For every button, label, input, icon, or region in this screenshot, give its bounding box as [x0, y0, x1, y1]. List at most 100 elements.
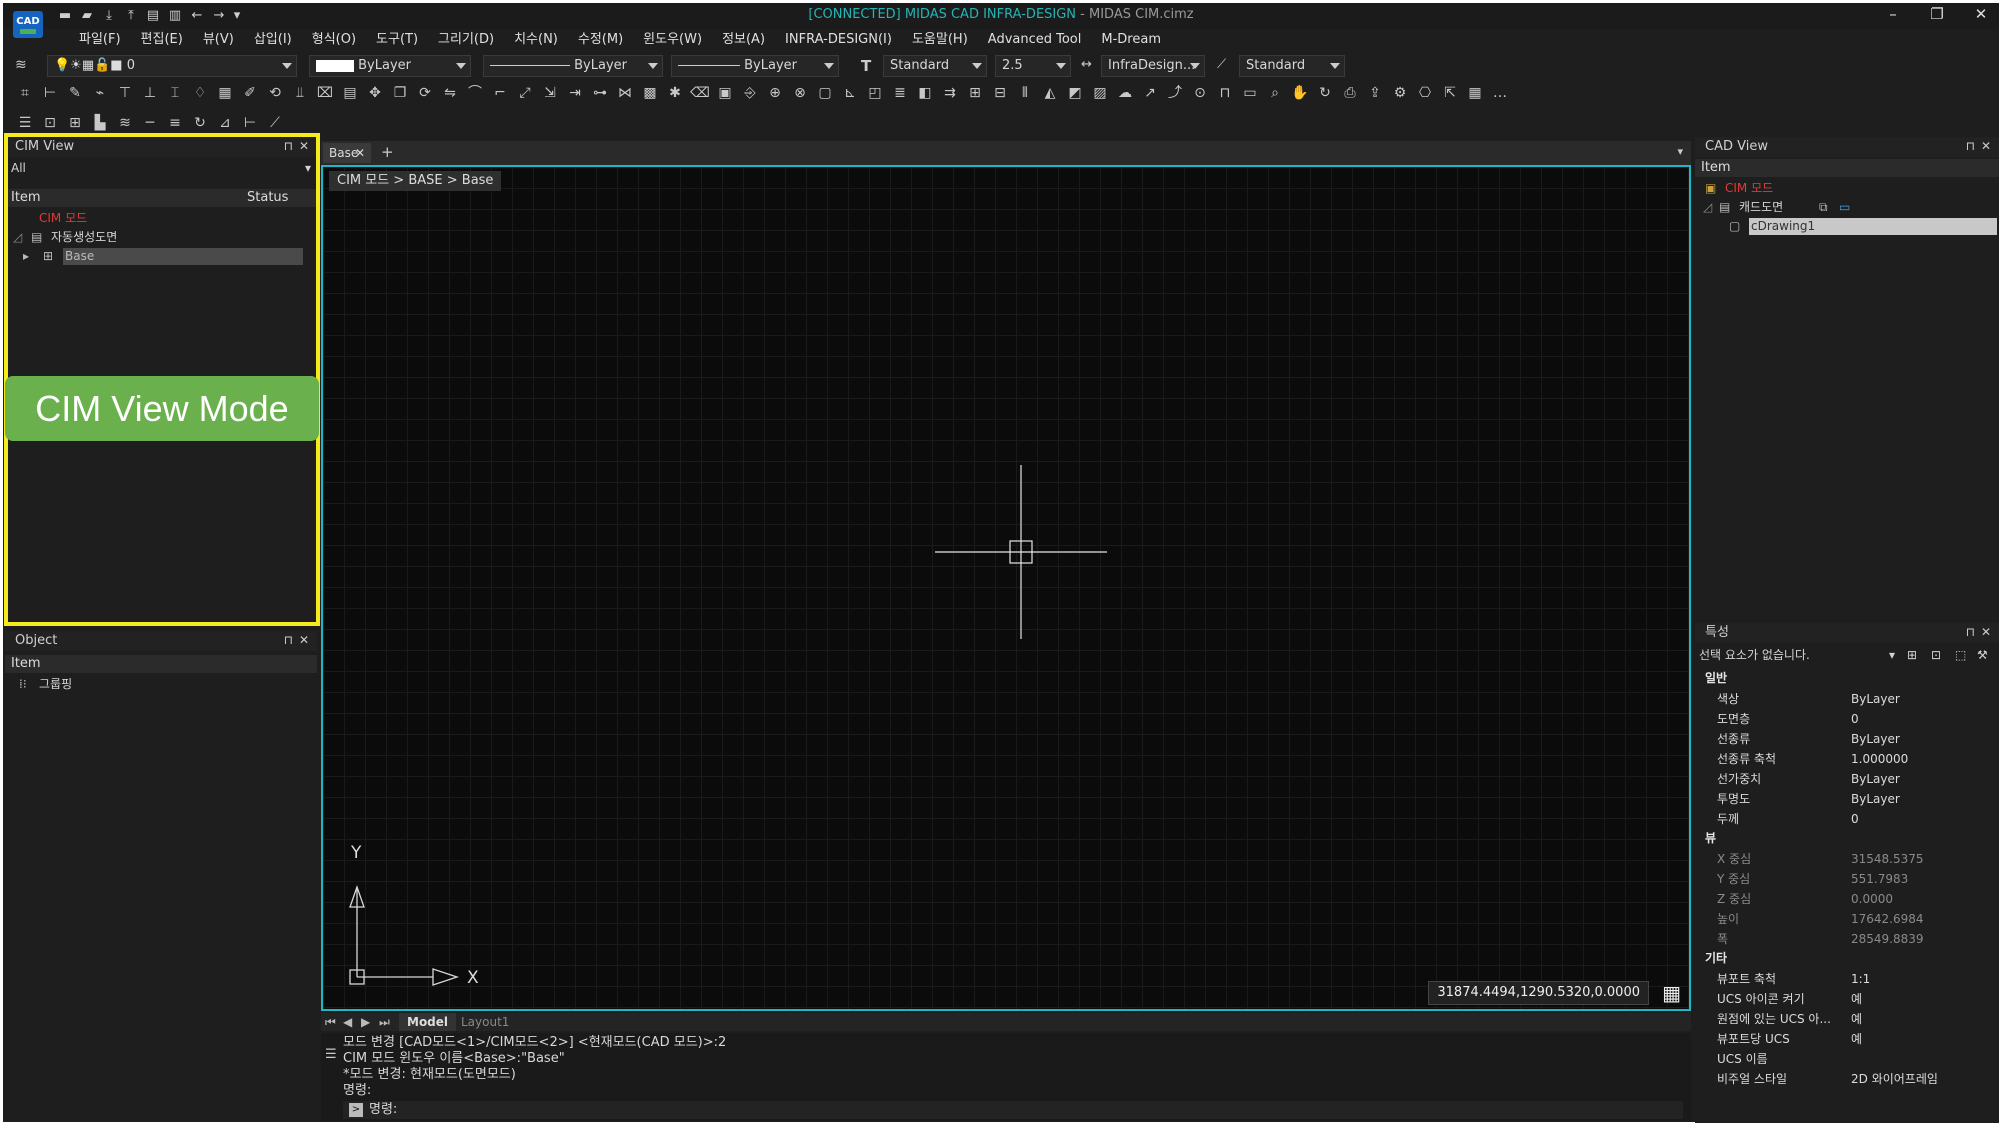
rotate-icon[interactable]: ⟳ — [415, 83, 435, 103]
property-row[interactable]: 높이 17642.6984 — [1695, 909, 1995, 929]
property-section-view[interactable]: 뷰 — [1705, 829, 1716, 846]
text-frame-icon[interactable]: ⊡ — [40, 113, 60, 133]
add-tab-button[interactable]: + — [381, 143, 394, 161]
minimize-icon[interactable]: – — [1883, 5, 1903, 23]
menu-modify[interactable]: 수정(M) — [568, 30, 633, 52]
property-row[interactable]: 선종류 ByLayer — [1695, 729, 1995, 749]
next-tab-icon[interactable]: ▶ — [361, 1013, 370, 1031]
mleader-icon[interactable]: ⤴ — [1165, 83, 1185, 103]
menu-file[interactable]: 파일(F) — [69, 30, 131, 52]
dimension-icon[interactable]: ⊢ — [40, 83, 60, 103]
trim-icon[interactable]: ⌁ — [90, 83, 110, 103]
pan-icon[interactable]: ✋ — [1290, 83, 1310, 103]
layers-stack-icon[interactable]: ≋ — [115, 113, 135, 133]
expand-arrow-icon[interactable]: ◿ — [1703, 198, 1712, 217]
viewport-layout-icon[interactable]: ▦ — [1662, 981, 1681, 1005]
table-insert-icon[interactable]: ⊞ — [65, 113, 85, 133]
active-window-icon[interactable]: ▭ — [1839, 198, 1850, 217]
text-edit-icon[interactable]: ⌧ — [315, 83, 335, 103]
brush-icon[interactable]: ✐ — [240, 83, 260, 103]
command-input[interactable]: > 명령: — [343, 1101, 1683, 1119]
property-row[interactable]: 두께 0 — [1695, 809, 1995, 829]
hatch-icon[interactable]: ⌶ — [165, 83, 185, 103]
erase-icon[interactable]: ⌫ — [690, 83, 710, 103]
image-icon[interactable]: ▢ — [815, 83, 835, 103]
extend-icon[interactable]: ⇥ — [565, 83, 585, 103]
menu-advanced-tool[interactable]: Advanced Tool — [978, 30, 1092, 52]
menu-window[interactable]: 윈도우(W) — [633, 30, 712, 52]
zoom-icon[interactable]: ⌕ — [1265, 83, 1285, 103]
scale-icon[interactable]: ⤢ — [515, 83, 535, 103]
close-icon[interactable]: ✕ — [1981, 625, 1991, 639]
pin-icon[interactable]: ⊓ — [284, 633, 293, 647]
command-menu-icon[interactable]: ☰ — [325, 1047, 337, 1062]
copy-icon[interactable]: ❐ — [390, 83, 410, 103]
selection-filter[interactable]: 선택 요소가 없습니다. ▾ ⊞ ⊡ ⬚ ⚒ — [1695, 645, 1999, 665]
property-row[interactable]: 뷰포트 축척 1:1 — [1695, 969, 1995, 989]
property-row[interactable]: 원점에 있는 UCS 아... 예 — [1695, 1009, 1995, 1029]
object-node-grouping[interactable]: ⁞⁝ 그룹핑 — [5, 675, 317, 693]
first-tab-icon[interactable]: ⏮ — [325, 1013, 336, 1031]
viewport-icon[interactable]: ▭ — [1240, 83, 1260, 103]
text-icon[interactable]: ⊤ — [115, 83, 135, 103]
property-row[interactable]: UCS 이름 — [1695, 1049, 1995, 1069]
list-icon[interactable]: ≣ — [890, 83, 910, 103]
offset-icon[interactable]: ⟲ — [265, 83, 285, 103]
group-icon[interactable]: ⊞ — [965, 83, 985, 103]
close-icon[interactable]: ✕ — [299, 633, 309, 647]
menu-draw[interactable]: 그리기(D) — [428, 30, 504, 52]
linetype-combo[interactable]: ByLayer — [483, 55, 663, 77]
text-height-combo[interactable]: 2.5 — [995, 55, 1071, 77]
menu-infra-design[interactable]: INFRA-DESIGN(I) — [775, 30, 902, 52]
tab-model[interactable]: Model — [399, 1013, 457, 1031]
tab-base[interactable]: Base ✕ — [323, 143, 371, 163]
property-row[interactable]: Z 중심 0.0000 — [1695, 889, 1995, 909]
property-row[interactable]: Y 중심 551.7983 — [1695, 869, 1995, 889]
layer-combo[interactable]: 💡☀▦🔓■ 0 — [47, 55, 297, 77]
close-tab-icon[interactable]: ✕ — [355, 143, 365, 163]
tolerance-icon[interactable]: ⊓ — [1215, 83, 1235, 103]
property-row[interactable]: 선가중치 ByLayer — [1695, 769, 1995, 789]
menu-info[interactable]: 정보(A) — [712, 30, 775, 52]
last-tab-icon[interactable]: ⏭ — [379, 1013, 390, 1031]
line-icon[interactable]: ─ — [140, 113, 160, 133]
block-icon[interactable]: ▣ — [715, 83, 735, 103]
insert-icon[interactable]: ⎆ — [740, 83, 760, 103]
match-icon[interactable]: ⇉ — [940, 83, 960, 103]
menu-m-dream[interactable]: M-Dream — [1091, 30, 1171, 52]
tab-list-dropdown-icon[interactable]: ▾ — [1677, 145, 1683, 158]
ungroup-icon[interactable]: ⊟ — [990, 83, 1010, 103]
area-icon[interactable]: ◰ — [865, 83, 885, 103]
publish-icon[interactable]: ⇪ — [1365, 83, 1385, 103]
split-icon[interactable]: ⫫ — [290, 83, 310, 103]
menu-format[interactable]: 형식(O) — [302, 30, 366, 52]
ruler-icon[interactable]: ⟋ — [265, 113, 285, 133]
xref-icon[interactable]: ⊗ — [790, 83, 810, 103]
node-icon[interactable]: ♢ — [190, 83, 210, 103]
chamfer-icon[interactable]: ⌐ — [490, 83, 510, 103]
dim-style-icon[interactable]: ↔ — [1081, 57, 1092, 72]
wipeout-icon[interactable]: ▨ — [1090, 83, 1110, 103]
properties-icon[interactable]: ◧ — [915, 83, 935, 103]
prev-tab-icon[interactable]: ◀ — [343, 1013, 352, 1031]
scale-fit-icon[interactable]: ⊿ — [215, 113, 235, 133]
quick-select-icon[interactable]: ⬚ — [1955, 645, 1966, 665]
join-icon[interactable]: ⋈ — [615, 83, 635, 103]
calculator-icon[interactable]: ▦ — [1465, 83, 1485, 103]
property-row[interactable]: 비주얼 스타일 2D 와이어프레임 — [1695, 1069, 1995, 1089]
mtext-icon[interactable]: ⊥ — [140, 83, 160, 103]
property-row[interactable]: 선종류 축척 1.000000 — [1695, 749, 1995, 769]
restore-icon[interactable]: ❐ — [1927, 5, 1947, 23]
property-row[interactable]: 폭 28549.8839 — [1695, 929, 1995, 949]
measure-icon[interactable]: ⊾ — [840, 83, 860, 103]
property-row[interactable]: 도면층 0 — [1695, 709, 1995, 729]
layer-manager-icon[interactable]: ≋ — [15, 57, 37, 75]
multiline-icon[interactable]: ≡ — [165, 113, 185, 133]
color-combo[interactable]: ByLayer — [309, 55, 471, 77]
text-style-combo[interactable]: Standard — [883, 55, 987, 77]
regen-icon[interactable]: ↻ — [1315, 83, 1335, 103]
table-style-combo[interactable]: Standard — [1239, 55, 1345, 77]
measure-distance-icon[interactable]: ⊢ — [240, 113, 260, 133]
break-icon[interactable]: ⊶ — [590, 83, 610, 103]
cad-tree-node-drawing1[interactable]: ▢ cDrawing1 — [1695, 217, 1999, 236]
